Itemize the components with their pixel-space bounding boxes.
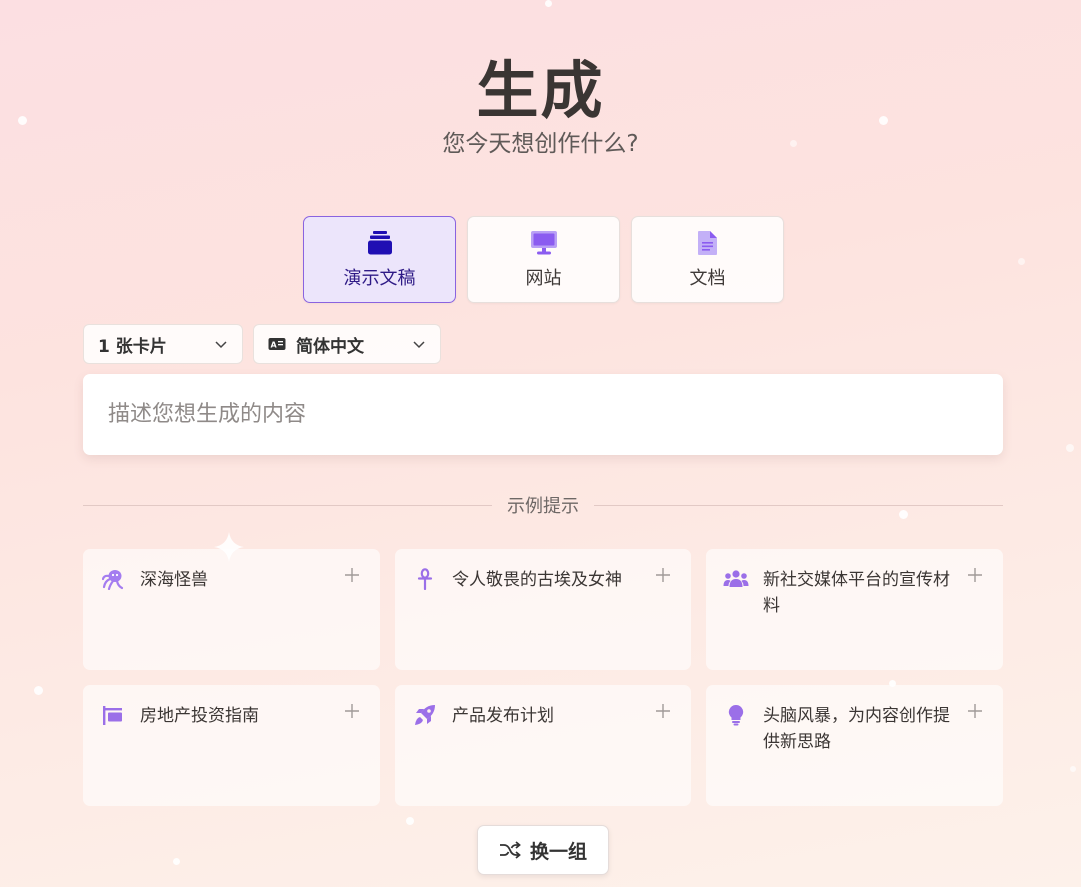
- plus-icon[interactable]: [344, 567, 360, 583]
- sign-icon: [103, 706, 122, 725]
- card-count-value: 1 张卡片: [98, 336, 167, 357]
- svg-text:A: A: [271, 341, 278, 350]
- shuffle-button[interactable]: 换一组: [477, 825, 609, 875]
- sparkle: [1070, 766, 1076, 772]
- mode-label: 演示文稿: [343, 267, 416, 289]
- mode-presentation[interactable]: 演示文稿: [303, 216, 456, 303]
- sparkle: [34, 686, 43, 695]
- language-dropdown[interactable]: A 简体中文: [253, 324, 441, 364]
- mode-website[interactable]: 网站: [467, 216, 620, 303]
- shuffle-label: 换一组: [529, 840, 587, 863]
- example-text: 深海怪兽: [140, 570, 208, 590]
- example-text: 房地产投资指南: [140, 706, 259, 726]
- mode-label: 网站: [525, 267, 562, 289]
- language-icon: A: [268, 338, 286, 350]
- plus-icon[interactable]: [344, 703, 360, 719]
- plus-icon[interactable]: [655, 703, 671, 719]
- examples-divider: 示例提示: [83, 493, 1003, 517]
- divider-line: [83, 504, 492, 506]
- sparkle: [545, 0, 552, 7]
- example-card[interactable]: 房地产投资指南: [83, 685, 380, 806]
- example-text: 产品发布计划: [452, 706, 554, 726]
- example-text: 令人敬畏的古埃及女神: [452, 570, 622, 590]
- monitor-icon: [530, 230, 557, 254]
- language-value: 简体中文: [296, 336, 364, 357]
- examples-heading: 示例提示: [507, 496, 579, 517]
- octopus-icon: [102, 570, 124, 590]
- example-card[interactable]: 新社交媒体平台的宣传材料: [706, 549, 1003, 670]
- users-icon: [723, 570, 749, 587]
- chevron-down-icon: [413, 341, 425, 349]
- chevron-down-icon: [215, 341, 227, 349]
- example-card[interactable]: 深海怪兽: [83, 549, 380, 670]
- lightbulb-icon: [728, 704, 744, 726]
- sparkle: [173, 858, 180, 865]
- sparkle: [406, 817, 414, 825]
- plus-icon[interactable]: [967, 567, 983, 583]
- example-card[interactable]: 令人敬畏的古埃及女神: [395, 549, 691, 670]
- card-count-dropdown[interactable]: 1 张卡片: [83, 324, 243, 364]
- mode-document[interactable]: 文档: [631, 216, 784, 303]
- mode-selector: 演示文稿 网站 文档: [303, 216, 784, 303]
- example-text: 新社交媒体平台的宣传材料: [763, 570, 950, 616]
- presentation-stack-icon: [367, 230, 392, 254]
- example-card[interactable]: 产品发布计划: [395, 685, 691, 806]
- shuffle-icon: [499, 841, 521, 859]
- example-card[interactable]: 头脑风暴，为内容创作提供新思路: [706, 685, 1003, 806]
- plus-icon[interactable]: [967, 703, 983, 719]
- example-text: 头脑风暴，为内容创作提供新思路: [763, 706, 950, 752]
- rocket-icon: [415, 705, 435, 725]
- document-icon: [697, 230, 717, 255]
- example-prompts-grid: 深海怪兽 令人敬畏的古埃及女神 新社交媒体平台的宣传材料 房地产投资指南 产品发…: [83, 549, 1003, 806]
- page-title: 生成: [476, 54, 605, 127]
- mode-label: 文档: [689, 267, 726, 289]
- sparkle: [1066, 444, 1074, 452]
- ankh-icon: [417, 568, 433, 590]
- plus-icon[interactable]: [655, 567, 671, 583]
- sparkle: [1018, 258, 1025, 265]
- divider-line: [594, 504, 1003, 506]
- prompt-input[interactable]: [83, 374, 1003, 455]
- page-subtitle: 您今天想创作什么?: [442, 131, 639, 157]
